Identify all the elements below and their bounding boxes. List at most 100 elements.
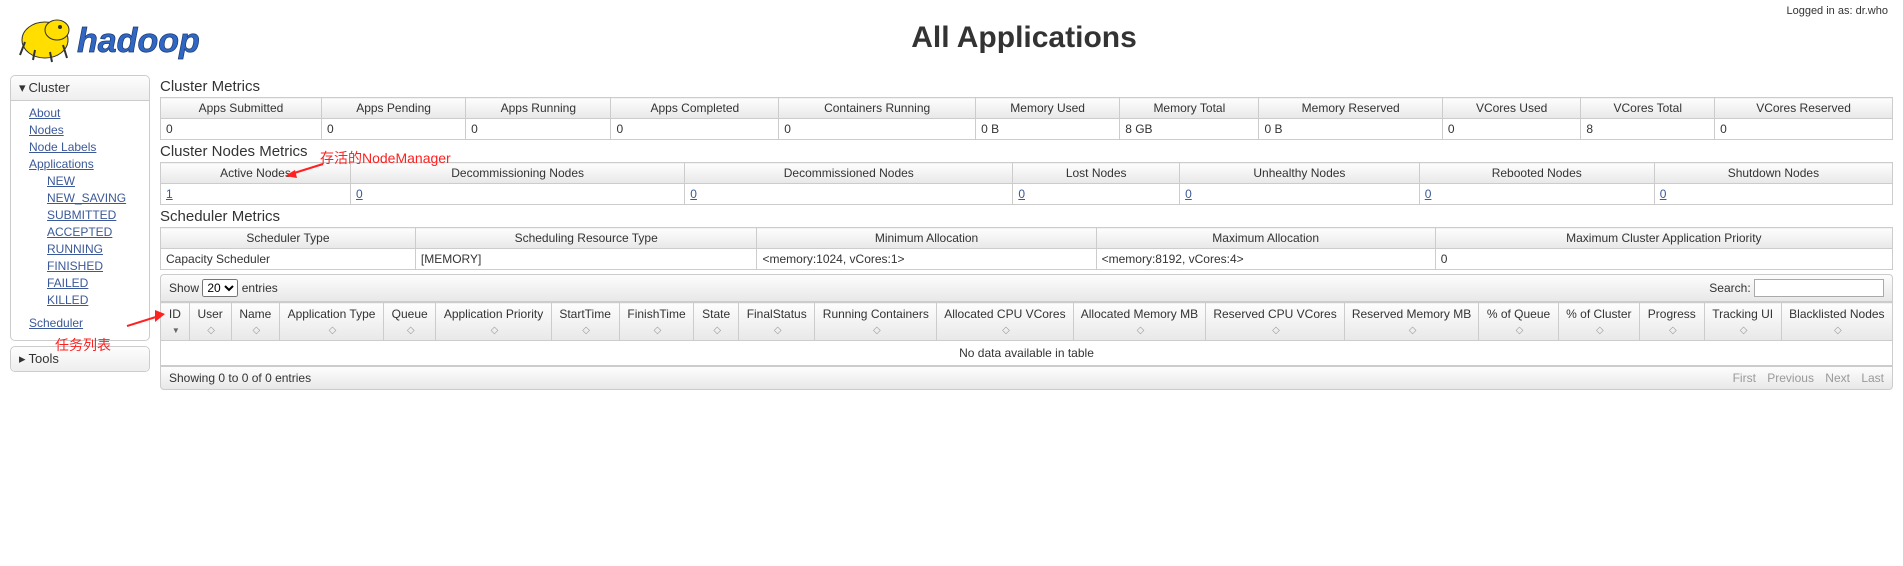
nodes-metric-header: Decommissioned Nodes (685, 163, 1013, 184)
cluster-metric-value: 8 GB (1120, 119, 1259, 140)
sort-icon (582, 322, 590, 336)
pager-prev[interactable]: Previous (1767, 371, 1814, 385)
sidebar-link-about[interactable]: About (29, 105, 141, 122)
pager-last[interactable]: Last (1861, 371, 1884, 385)
nodes-metric-value-link[interactable]: 0 (1425, 187, 1432, 201)
sort-icon (1596, 322, 1604, 336)
sort-icon (491, 322, 499, 336)
apps-column-header[interactable]: Name (231, 303, 280, 341)
sidebar-link-finished[interactable]: FINISHED (47, 258, 141, 275)
cluster-metrics-title: Cluster Metrics (160, 78, 1893, 95)
sort-icon (207, 322, 215, 336)
sidebar-tools-header[interactable]: ▸Tools (11, 347, 149, 371)
apps-column-header[interactable]: Reserved Memory MB (1344, 303, 1479, 341)
nodes-metric-value: 0 (1654, 184, 1892, 205)
cluster-metric-header: Apps Submitted (161, 98, 322, 119)
cluster-metric-header: Containers Running (779, 98, 976, 119)
search-label: Search: (1709, 281, 1750, 295)
cluster-metric-value: 0 (779, 119, 976, 140)
apps-column-header[interactable]: % of Cluster (1558, 303, 1639, 341)
apps-column-header[interactable]: State (694, 303, 739, 341)
apps-column-header[interactable]: Allocated Memory MB (1073, 303, 1206, 341)
nodes-metric-value: 1 (161, 184, 351, 205)
nodes-metric-header: Decommissioning Nodes (351, 163, 685, 184)
nodes-metric-header: Shutdown Nodes (1654, 163, 1892, 184)
apps-column-header[interactable]: % of Queue (1479, 303, 1558, 341)
sidebar-link-killed[interactable]: KILLED (47, 292, 141, 309)
scheduler-metric-value: 0 (1435, 249, 1892, 270)
apps-column-header[interactable]: User (189, 303, 231, 341)
cluster-metric-value: 0 (161, 119, 322, 140)
cluster-metric-header: VCores Used (1442, 98, 1581, 119)
cluster-nodes-metrics-table: Active NodesDecommissioning NodesDecommi… (160, 162, 1893, 205)
datatable-footer: Showing 0 to 0 of 0 entries First Previo… (160, 366, 1893, 390)
header: hadoop All Applications (0, 0, 1903, 75)
apps-column-header[interactable]: Running Containers (815, 303, 937, 341)
apps-column-header[interactable]: FinalStatus (738, 303, 815, 341)
sidebar-cluster-header[interactable]: ▾Cluster (11, 76, 149, 101)
nodes-metric-value-link[interactable]: 0 (356, 187, 363, 201)
nodes-metric-value-link[interactable]: 0 (1018, 187, 1025, 201)
cluster-metrics-table: Apps SubmittedApps PendingApps RunningAp… (160, 97, 1893, 140)
scheduler-metric-header: Scheduling Resource Type (415, 228, 757, 249)
sidebar-link-new-saving[interactable]: NEW_SAVING (47, 190, 141, 207)
nodes-metric-header: Active Nodes (161, 163, 351, 184)
sidebar-link-new[interactable]: NEW (47, 173, 141, 190)
sidebar: ▾Cluster About Nodes Node Labels Applica… (10, 75, 160, 390)
sort-icon (873, 322, 881, 336)
sort-icon (1516, 322, 1524, 336)
nodes-metric-value-link[interactable]: 0 (690, 187, 697, 201)
sidebar-link-node-labels[interactable]: Node Labels (29, 139, 141, 156)
triangle-down-icon: ▾ (19, 80, 26, 96)
apps-column-header[interactable]: ID (161, 303, 190, 341)
apps-column-header[interactable]: Queue (383, 303, 436, 341)
no-data-message: No data available in table (161, 340, 1893, 365)
sort-icon (407, 322, 415, 336)
apps-column-header[interactable]: FinishTime (619, 303, 694, 341)
apps-column-header[interactable]: Application Priority (436, 303, 551, 341)
apps-column-header[interactable]: Allocated CPU VCores (937, 303, 1074, 341)
sort-icon (654, 322, 662, 336)
apps-column-header[interactable]: Tracking UI (1704, 303, 1781, 341)
sidebar-link-submitted[interactable]: SUBMITTED (47, 207, 141, 224)
nodes-metric-value-link[interactable]: 0 (1185, 187, 1192, 201)
apps-column-header[interactable]: Reserved CPU VCores (1206, 303, 1345, 341)
nodes-metric-header: Rebooted Nodes (1419, 163, 1654, 184)
cluster-metric-header: VCores Reserved (1715, 98, 1893, 119)
scheduler-metric-header: Maximum Allocation (1096, 228, 1435, 249)
sort-icon (1272, 322, 1280, 336)
sidebar-link-scheduler[interactable]: Scheduler (29, 315, 141, 332)
nodes-metric-value-link[interactable]: 0 (1660, 187, 1667, 201)
cluster-metric-value: 0 (321, 119, 465, 140)
sort-icon (713, 322, 721, 336)
nodes-metric-header: Lost Nodes (1013, 163, 1180, 184)
search-input[interactable] (1754, 279, 1884, 297)
apps-column-header[interactable]: Application Type (280, 303, 384, 341)
nodes-metric-value: 0 (351, 184, 685, 205)
sidebar-link-accepted[interactable]: ACCEPTED (47, 224, 141, 241)
scheduler-metrics-title: Scheduler Metrics (160, 208, 1893, 225)
nodes-metric-value: 0 (1419, 184, 1654, 205)
cluster-metric-value: 0 (611, 119, 779, 140)
entries-select[interactable]: 20 (202, 279, 238, 297)
apps-column-header[interactable]: Blacklisted Nodes (1781, 303, 1892, 341)
sidebar-link-nodes[interactable]: Nodes (29, 122, 141, 139)
nodes-metric-value-link[interactable]: 1 (166, 187, 173, 201)
sidebar-link-applications[interactable]: Applications (29, 156, 141, 173)
scheduler-metric-header: Maximum Cluster Application Priority (1435, 228, 1892, 249)
show-label-post: entries (242, 281, 278, 295)
pager-next[interactable]: Next (1825, 371, 1850, 385)
apps-column-header[interactable]: StartTime (551, 303, 619, 341)
cluster-metric-header: VCores Total (1581, 98, 1715, 119)
sort-icon (1834, 322, 1842, 336)
cluster-metric-value: 8 (1581, 119, 1715, 140)
cluster-metric-header: Memory Reserved (1259, 98, 1442, 119)
sidebar-link-running[interactable]: RUNNING (47, 241, 141, 258)
sort-icon (252, 322, 260, 336)
scheduler-metric-value: <memory:8192, vCores:4> (1096, 249, 1435, 270)
pager-first[interactable]: First (1733, 371, 1756, 385)
scheduler-metric-value: <memory:1024, vCores:1> (757, 249, 1096, 270)
page-title: All Applications (160, 21, 1888, 55)
apps-column-header[interactable]: Progress (1640, 303, 1705, 341)
sidebar-link-failed[interactable]: FAILED (47, 275, 141, 292)
